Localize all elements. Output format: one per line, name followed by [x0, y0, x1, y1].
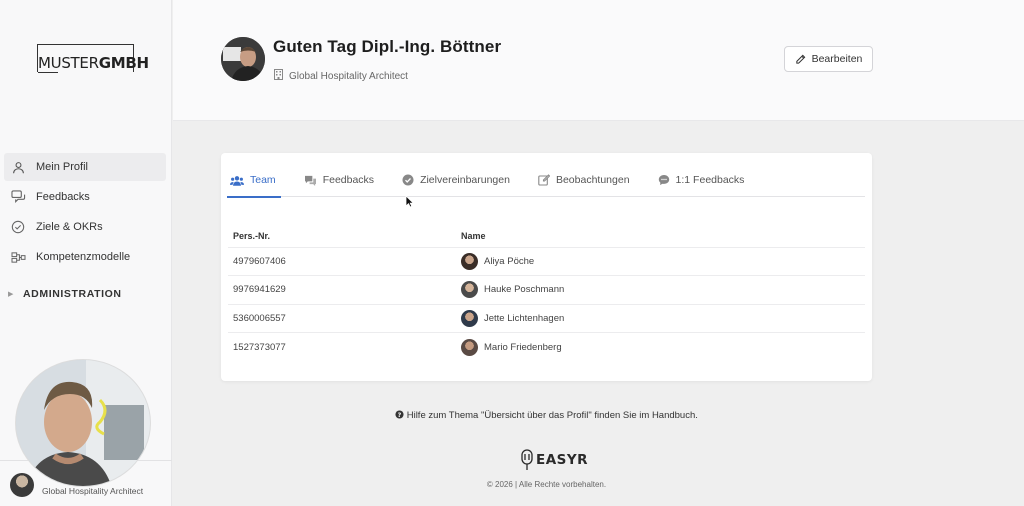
profile-tabs: Team Feedbacks Zielvereinbarungen Beobac…: [227, 163, 865, 198]
avatar: [461, 309, 478, 327]
chevron-right-icon: ▶: [8, 291, 14, 298]
avatar: [10, 473, 34, 497]
sidebar-item-ziele-okrs[interactable]: Ziele & OKRs: [4, 213, 166, 241]
tab-1-1-feedbacks[interactable]: 1:1 Feedbacks: [656, 163, 747, 197]
tab-zielvereinbarungen[interactable]: Zielvereinbarungen: [400, 163, 512, 197]
employee-name[interactable]: Aliya Pöche: [484, 256, 534, 267]
tab-label: Beobachtungen: [555, 174, 630, 186]
sidebar-item-label: Mein Profil: [36, 161, 88, 173]
model-icon: [10, 249, 26, 265]
logo-text-light: MUSTER: [38, 54, 99, 72]
brand-name: EASYR: [536, 452, 589, 468]
tab-label: Zielvereinbarungen: [420, 174, 510, 186]
webcam-overlay: [15, 359, 151, 487]
job-title: Global Hospitality Architect: [274, 69, 408, 83]
employee-name[interactable]: Mario Friedenberg: [484, 342, 562, 353]
pers-nr-cell: 1527373077: [233, 341, 286, 353]
help-icon: ?: [395, 410, 407, 421]
sidebar-nav: Mein Profil Feedbacks Ziele & OKRs Kompe…: [4, 153, 166, 273]
pers-nr-cell: 9976941629: [228, 275, 456, 305]
avatar: [461, 281, 478, 299]
column-header-pers-nr[interactable]: Pers.-Nr.: [228, 225, 456, 248]
sidebar-item-label: Feedbacks: [36, 191, 90, 203]
edit-button[interactable]: Bearbeiten: [784, 46, 873, 72]
table-header-row: Pers.-Nr. Name: [228, 225, 865, 248]
table-row[interactable]: 4979607406 Aliya Pöche: [228, 247, 865, 276]
sidebar-section-label: ADMINISTRATION: [22, 288, 122, 300]
tab-team[interactable]: Team: [227, 163, 281, 198]
sidebar-section-administration[interactable]: ▶ ADMINISTRATION: [8, 288, 122, 300]
check-circle-icon: [10, 219, 26, 235]
page-title: Guten Tag Dipl.-Ing. Böttner: [273, 37, 502, 56]
help-hint[interactable]: ? Hilfe zum Thema "Übersicht über das Pr…: [173, 410, 920, 421]
table-row[interactable]: 5360006557 Jette Lichtenhagen: [228, 304, 865, 333]
table-row[interactable]: 1527373077 Mario Friedenberg: [228, 333, 865, 362]
user-icon: [10, 159, 26, 175]
profile-header: Guten Tag Dipl.-Ing. Böttner Global Hosp…: [173, 0, 1024, 121]
edit-icon: [538, 174, 550, 186]
tab-label: Feedbacks: [322, 174, 375, 186]
name-cell: Hauke Poschmann: [456, 275, 865, 305]
pencil-icon: [795, 54, 805, 64]
tab-feedbacks[interactable]: Feedbacks: [302, 163, 376, 197]
easyr-logo-icon: [521, 449, 533, 470]
svg-text:?: ?: [398, 412, 402, 419]
avatar: [461, 338, 478, 356]
user-role: Global Hospitality Architect: [42, 486, 144, 496]
sidebar-item-mein-profil[interactable]: Mein Profil: [4, 153, 166, 181]
tab-beobachtungen[interactable]: Beobachtungen: [536, 163, 632, 197]
name-cell: Mario Friedenberg: [456, 333, 865, 362]
name-cell: Aliya Pöche: [456, 247, 865, 276]
feedback-icon: [10, 189, 26, 205]
name-cell: Jette Lichtenhagen: [456, 304, 865, 333]
employee-name[interactable]: Hauke Poschmann: [484, 284, 564, 295]
help-text: Hilfe zum Thema "Übersicht über das Prof…: [406, 410, 698, 421]
tab-label: Team: [250, 174, 276, 186]
table-row[interactable]: 9976941629 Hauke Poschmann: [228, 275, 865, 305]
team-card: Team Feedbacks Zielvereinbarungen Beobac…: [221, 153, 872, 381]
sidebar-item-label: Ziele & OKRs: [36, 221, 103, 233]
pers-nr-cell: 5360006557: [228, 304, 456, 333]
job-title-text: Global Hospitality Architect: [289, 70, 408, 82]
pers-nr-cell: 4979607406: [228, 247, 456, 276]
employee-name[interactable]: Jette Lichtenhagen: [484, 313, 564, 324]
column-header-name[interactable]: Name: [456, 225, 865, 248]
company-logo[interactable]: MUSTER GMBH: [37, 44, 149, 73]
copyright: © 2026 | Alle Rechte vorbehalten.: [486, 480, 607, 489]
team-icon: [230, 175, 244, 186]
avatar: [461, 252, 478, 270]
sidebar-item-label: Kompetenzmodelle: [36, 251, 131, 263]
webcam-video-image: [16, 360, 150, 486]
logo-text-bold: GMBH: [98, 54, 149, 72]
edit-button-label: Bearbeiten: [811, 53, 863, 65]
chat-icon: [658, 174, 670, 186]
check-circle-icon: [402, 174, 414, 186]
feedback-icon: [304, 175, 317, 186]
avatar: [221, 37, 265, 81]
sidebar-item-kompetenzmodelle[interactable]: Kompetenzmodelle: [4, 243, 166, 271]
mouse-cursor-icon: [405, 195, 414, 208]
building-icon: [274, 69, 283, 83]
team-table: Pers.-Nr. Name 4979607406 Aliya Pöche 99…: [228, 225, 865, 361]
sidebar-item-feedbacks[interactable]: Feedbacks: [4, 183, 166, 211]
brand-logo: EASYR: [521, 449, 588, 471]
tab-label: 1:1 Feedbacks: [675, 174, 745, 186]
